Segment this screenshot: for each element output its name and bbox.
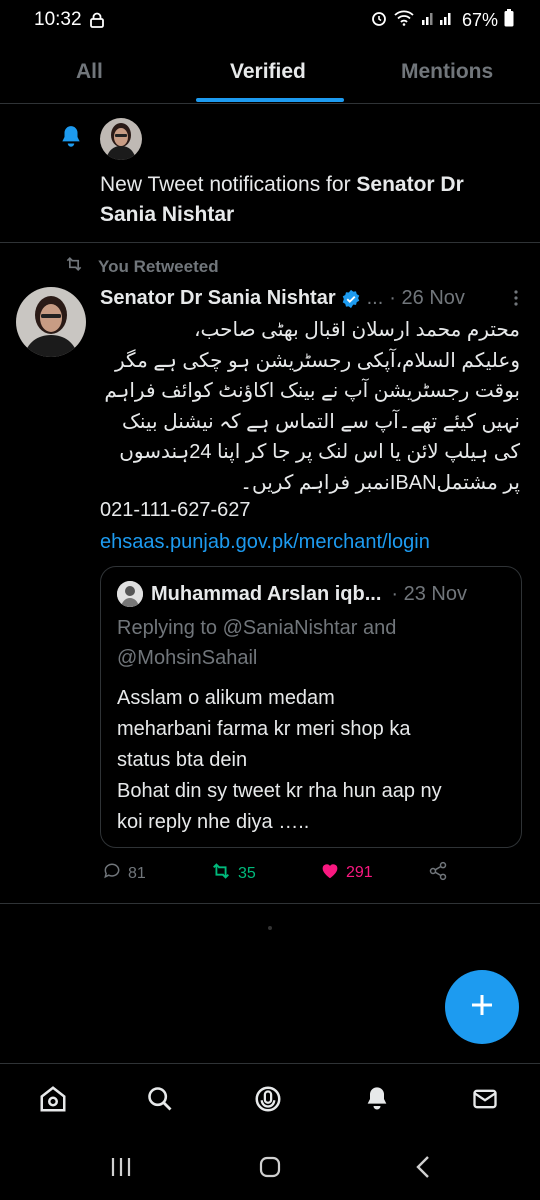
reply-icon xyxy=(102,861,122,886)
bottom-navigation xyxy=(0,1063,540,1139)
alarm-icon xyxy=(370,9,388,32)
battery-icon xyxy=(504,9,514,32)
reply-button[interactable]: 81 xyxy=(102,861,146,886)
retweet-icon xyxy=(64,255,84,278)
status-bar: 10:32 67% xyxy=(0,0,540,40)
more-options-icon[interactable] xyxy=(513,289,519,313)
compose-tweet-button[interactable] xyxy=(445,970,519,1044)
retweet-count: 35 xyxy=(238,864,256,882)
spaces-microphone-icon xyxy=(253,1084,283,1119)
retweet-button[interactable]: 35 xyxy=(210,861,256,886)
tweet-date: · 26 Nov xyxy=(389,287,465,309)
bell-icon xyxy=(363,1085,391,1118)
tweet-actions: 81 35 291 xyxy=(100,861,500,891)
recent-apps-button[interactable] xyxy=(108,1154,134,1184)
like-button[interactable]: 291 xyxy=(320,861,373,884)
reply-count: 81 xyxy=(128,864,146,882)
tab-all[interactable]: All xyxy=(76,60,103,84)
quoted-date: · 23 Nov xyxy=(391,582,467,605)
nav-search[interactable] xyxy=(143,1084,177,1118)
home-icon xyxy=(38,1084,68,1119)
chevron-left-icon xyxy=(414,1155,432,1184)
nav-home[interactable] xyxy=(36,1084,70,1118)
author-avatar[interactable] xyxy=(16,287,86,357)
like-count: 291 xyxy=(346,863,373,881)
nav-notifications[interactable] xyxy=(360,1084,394,1118)
mail-icon xyxy=(471,1085,499,1118)
tweet-phone: 021-111-627-627 xyxy=(100,499,251,521)
lock-icon xyxy=(90,12,104,33)
tweet-text-urdu: محترم محمد ارسلان اقبال بھٹی صاحب، وعلیک… xyxy=(104,319,520,494)
back-button[interactable] xyxy=(410,1154,436,1184)
loading-dot xyxy=(268,926,272,930)
plus-icon xyxy=(469,992,495,1023)
tweet-header: Senator Dr Sania Nishtar ... · 26 Nov xyxy=(100,287,525,310)
notification-text: New Tweet notifications for Senator Dr S… xyxy=(100,173,464,226)
quoted-author-name: Muhammad Arslan iqb... xyxy=(151,582,382,605)
search-icon xyxy=(146,1085,174,1118)
quoted-author-avatar xyxy=(117,581,143,607)
tweet[interactable]: You Retweeted Senator Dr Sania Nishtar .… xyxy=(0,243,540,904)
verified-badge-icon xyxy=(341,289,361,309)
nav-messages[interactable] xyxy=(468,1084,502,1118)
wifi-icon xyxy=(394,10,414,31)
active-tab-indicator xyxy=(196,98,344,102)
tweet-notification-item[interactable]: New Tweet notifications for Senator Dr S… xyxy=(0,104,540,243)
avatar[interactable] xyxy=(100,118,142,160)
system-navigation-bar xyxy=(0,1138,540,1200)
retweet-context: You Retweeted xyxy=(64,255,219,278)
battery-percent: 67% xyxy=(461,10,498,30)
retweet-icon xyxy=(210,861,232,886)
tweet-link[interactable]: ehsaas.punjab.gov.pk/merchant/login xyxy=(100,531,430,554)
notification-tabs: All Verified Mentions xyxy=(0,40,540,104)
home-system-button[interactable] xyxy=(256,1154,284,1184)
tab-verified[interactable]: Verified xyxy=(230,60,306,84)
home-square-icon xyxy=(258,1155,282,1184)
bell-icon xyxy=(58,124,84,155)
heart-icon xyxy=(320,861,340,884)
tab-mentions[interactable]: Mentions xyxy=(401,60,493,84)
nav-spaces[interactable] xyxy=(251,1084,285,1118)
status-time: 10:32 xyxy=(34,9,82,30)
share-icon xyxy=(428,861,448,886)
quoted-tweet[interactable]: Muhammad Arslan iqb... · 23 Nov Replying… xyxy=(100,566,522,848)
author-name[interactable]: Senator Dr Sania Nishtar xyxy=(100,287,336,310)
share-button[interactable] xyxy=(428,861,448,886)
quoted-text: Asslam o alikum medam meharbani farma kr… xyxy=(117,687,442,833)
author-ellipsis: ... xyxy=(366,287,384,309)
replying-to: Replying to @SaniaNishtar and @MohsinSah… xyxy=(117,617,397,669)
recent-apps-icon xyxy=(109,1156,133,1183)
signal-icon xyxy=(420,10,456,31)
retweet-label: You Retweeted xyxy=(98,256,219,276)
